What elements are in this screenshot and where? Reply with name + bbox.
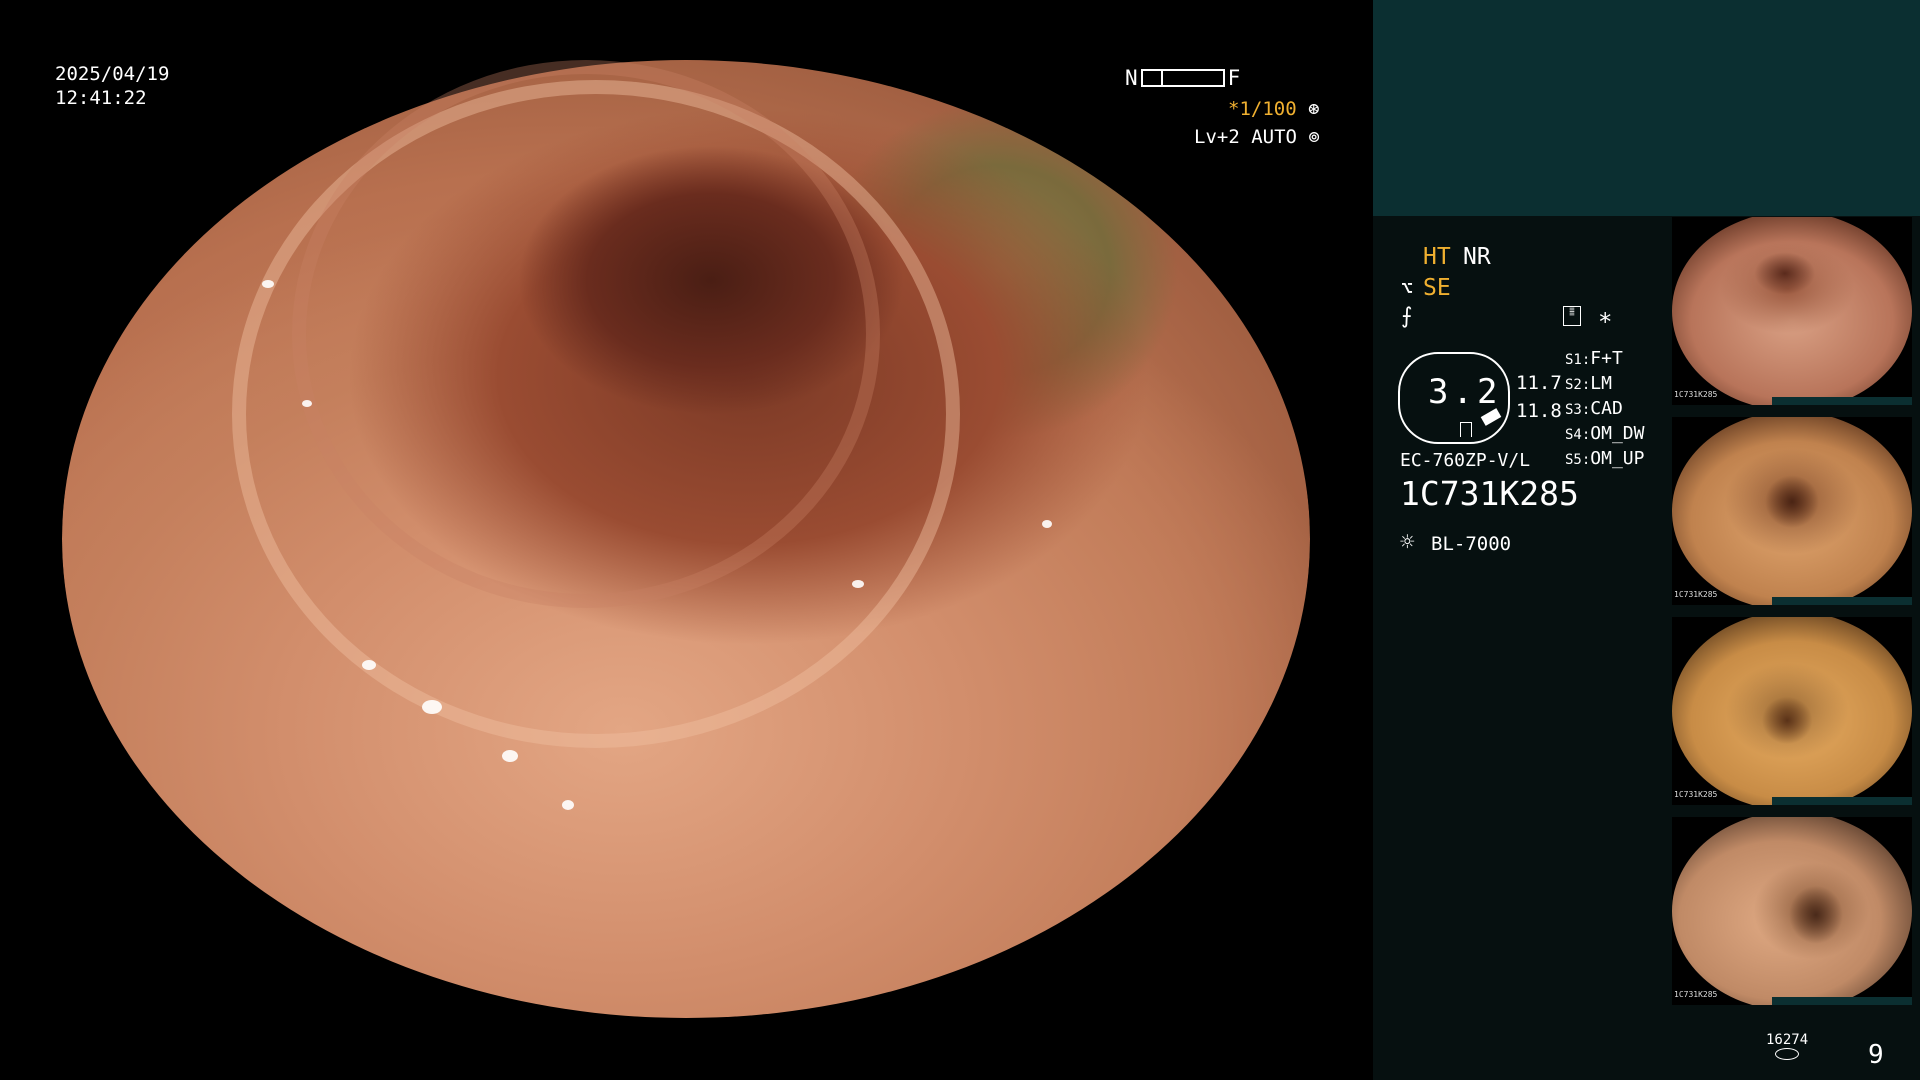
preset-key: S1: [1565,352,1591,368]
aperture-icon: ⊛ [1308,98,1320,120]
level-text: Lv+2 AUTO [1194,126,1297,148]
preset-item: S1:F+T [1565,348,1644,373]
light-source: BL-7000 [1431,533,1512,555]
preset-value: F+T [1590,348,1623,369]
thumbnail-image [1672,817,1912,1005]
specular-highlight [502,750,518,762]
light-source-icon: ☼ [1400,528,1415,556]
specular-highlight [302,400,312,407]
structure-enhance-icon: ⌥ [1401,276,1414,300]
preset-list: S1:F+T S2:LM S3:CAD S4:OM_DW S5:OM_UP [1565,348,1644,473]
far-label: F [1227,66,1241,90]
thumbnail-image [1672,617,1912,805]
scope-serial: 1C731K285 [1400,474,1579,513]
page-number: 9 [1868,1040,1884,1070]
thumbnail-3[interactable]: 1C731K285 [1672,617,1912,805]
endoscope-image [62,60,1310,1018]
filter-icon: ⨍ [1401,304,1413,329]
shutter-text: *1/100 [1228,98,1297,120]
mode-ht: HT [1423,244,1451,270]
mode-nr: NR [1463,244,1491,270]
brightness-level: Lv+2 AUTO ⊚ [1194,126,1320,148]
thumbnail-footer [1772,797,1912,805]
preset-value: CAD [1590,398,1623,419]
value-b: 11.8 [1516,400,1562,422]
thumbnail-label: 1C731K285 [1674,590,1718,599]
preset-value: OM_UP [1590,448,1645,469]
thumbnail-image [1672,217,1912,405]
thumbnail-2[interactable]: 1C731K285 [1672,417,1912,605]
thumbnail-footer [1772,597,1912,605]
thumbnail-footer [1772,397,1912,405]
shutter-speed: *1/100 ⊛ [1228,98,1320,120]
dial-value: 3.2 [1428,372,1502,412]
specular-highlight [262,280,274,288]
preset-item: S3:CAD [1565,398,1644,423]
thumbnail-4[interactable]: 1C731K285 [1672,817,1912,1005]
image-count: 16274 [1766,1032,1809,1048]
asterisk-indicator: * [1598,308,1613,336]
preset-key: S2: [1565,377,1591,393]
preset-key: S3: [1565,402,1591,418]
specular-highlight [852,580,864,588]
near-far-bar [1140,69,1225,87]
specular-highlight [422,700,442,714]
thumbnail-image [1672,417,1912,605]
thumbnail-label: 1C731K285 [1674,790,1718,799]
side-panel-header [1373,0,1920,216]
zoom-dial: 3.2 [1398,352,1510,444]
mode-se: SE [1423,275,1451,301]
specular-highlight [562,800,574,810]
near-far-indicator: N F [1125,66,1240,90]
thumbnail-label: 1C731K285 [1674,390,1718,399]
preset-item: S4:OM_DW [1565,423,1644,448]
preset-item: S5:OM_UP [1565,448,1644,473]
storage-icon [1775,1048,1799,1060]
preset-key: S4: [1565,427,1591,443]
date-text: 2025/04/19 [55,63,170,85]
specular-highlight [1042,520,1052,528]
auto-iris-icon: ⊚ [1308,126,1320,148]
value-a: 11.7 [1516,372,1562,394]
specular-highlight [362,660,376,670]
dial-marker [1460,422,1472,437]
thumbnail-1[interactable]: 1C731K285 [1672,217,1912,405]
mucosa-fold [292,60,880,608]
preset-key: S5: [1565,452,1591,468]
thumbnail-footer [1772,997,1912,1005]
endoscope-view: 2025/04/19 12:41:22 N F *1/100 ⊛ Lv+2 AU… [0,0,1373,1080]
time-text: 12:41:22 [55,87,147,109]
thumbnail-label: 1C731K285 [1674,990,1718,999]
preset-item: S2:LM [1565,373,1644,398]
preset-value: OM_DW [1590,423,1645,444]
timestamp: 2025/04/19 12:41:22 [55,62,169,110]
settings-list-icon: ≡ ≡ [1563,305,1581,326]
scope-model: EC-760ZP-V/L [1400,450,1531,471]
near-label: N [1125,66,1138,90]
preset-value: LM [1590,373,1612,394]
